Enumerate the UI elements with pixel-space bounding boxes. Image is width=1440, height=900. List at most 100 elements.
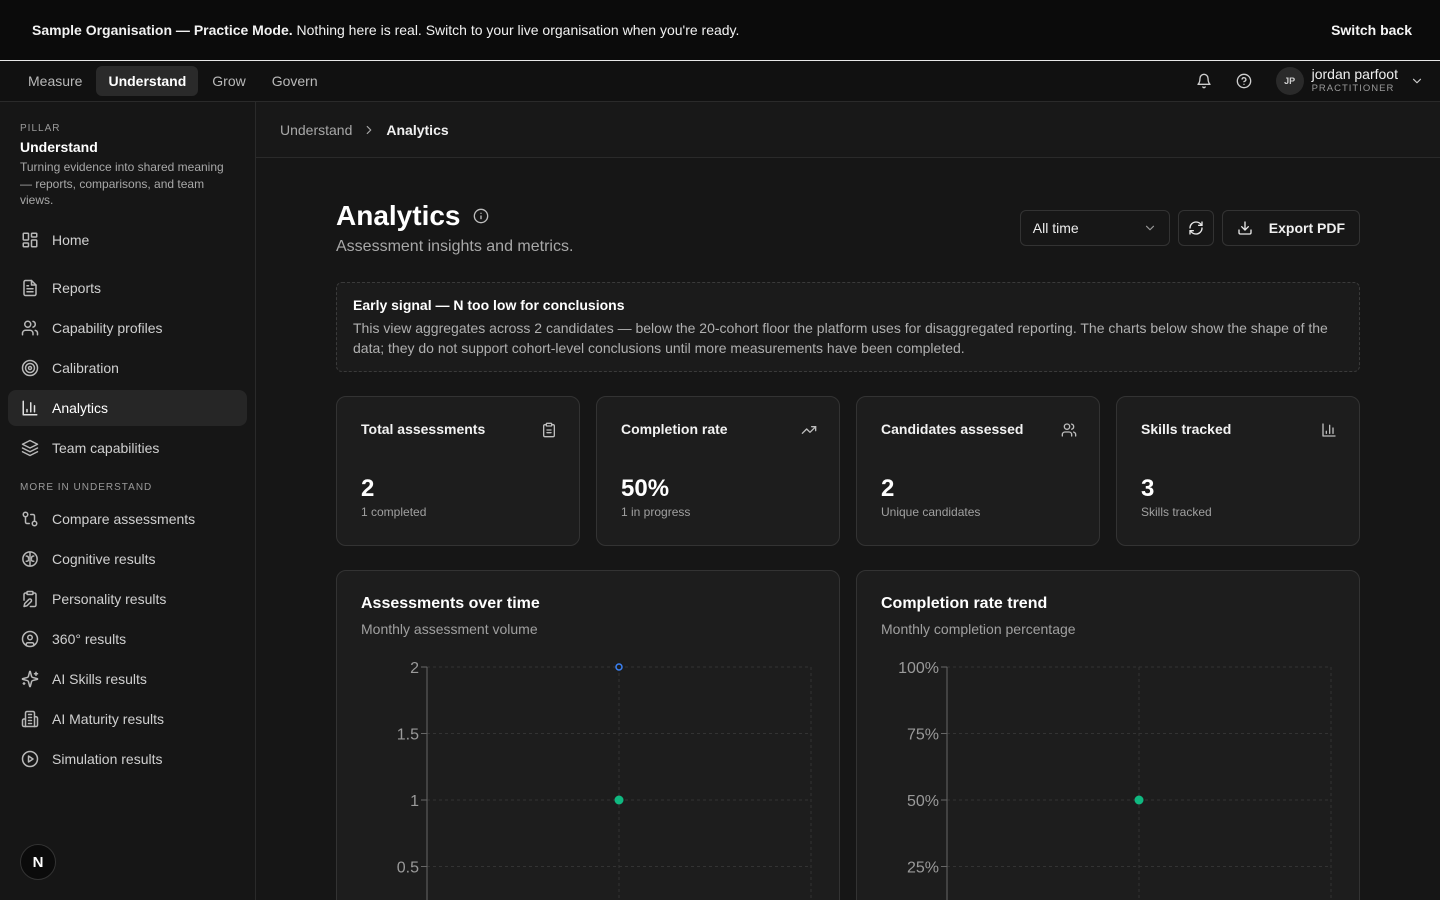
sidebar-item-ai-skills-results[interactable]: AI Skills results [8, 661, 247, 697]
stat-value: 3 [1141, 475, 1155, 502]
stat-cards: Total assessments 2 1 completed Completi… [336, 396, 1360, 546]
page-header: Analytics Assessment insights and metric… [336, 158, 1360, 282]
stat-sub: 1 completed [361, 505, 427, 519]
stat-label: Skills tracked [1141, 421, 1232, 437]
chevron-down-icon [1143, 221, 1157, 235]
breadcrumb-parent[interactable]: Understand [280, 122, 352, 138]
sidebar-item-personality-results[interactable]: Personality results [8, 581, 247, 617]
assessments-over-time-chart: 21.510.50 [397, 660, 812, 900]
sidebar-item-label: Home [52, 231, 90, 248]
users-icon [1061, 422, 1077, 438]
info-icon[interactable] [473, 208, 489, 224]
home-grid-icon [20, 230, 40, 250]
user-info: jordan parfoot PRACTITIONER [1312, 66, 1398, 96]
bell-icon[interactable] [1190, 67, 1218, 95]
y-tick-label: 50% [907, 793, 939, 810]
sidebar-item-label: AI Maturity results [52, 710, 165, 727]
chevron-down-icon [1410, 74, 1424, 88]
target-icon [20, 358, 40, 378]
data-point [615, 663, 623, 671]
sidebar-item-analytics[interactable]: Analytics [8, 389, 247, 426]
stat-sub: Unique candidates [881, 505, 981, 519]
stat-label: Candidates assessed [881, 421, 1024, 437]
sidebar-item-ai-maturity-results[interactable]: AI Maturity results [8, 701, 247, 737]
page-title: Analytics [336, 200, 461, 231]
user-name: jordan parfoot [1311, 66, 1398, 82]
early-signal-title: Early signal — N too low for conclusions [353, 297, 625, 313]
document-icon [20, 278, 40, 298]
top-nav-actions: JP jordan parfoot PRACTITIONER [1178, 66, 1424, 96]
page-controls: All time Export PDF [1019, 210, 1360, 246]
pillar-description: Turning evidence into shared meaning — r… [20, 160, 224, 207]
layers-icon [20, 438, 40, 458]
refresh-icon [1188, 220, 1204, 236]
sidebar-item-compare-assessments[interactable]: Compare assessments [8, 501, 247, 537]
banner-text: Sample Organisation — Practice Mode. Not… [32, 22, 739, 38]
sidebar-item-label: AI Skills results [52, 670, 147, 687]
early-signal-body: This view aggregates across 2 candidates… [353, 320, 1328, 356]
user-menu[interactable]: JP jordan parfoot PRACTITIONER [1275, 66, 1424, 96]
building-icon [20, 709, 40, 729]
stat-label: Completion rate [621, 421, 728, 437]
sidebar-item-label: Calibration [52, 359, 119, 376]
breadcrumb-current: Analytics [386, 121, 449, 138]
bar-chart-icon [20, 398, 40, 418]
refresh-button[interactable] [1177, 210, 1214, 246]
stat-value: 50% [621, 475, 670, 502]
pillar-label: PILLAR [20, 123, 61, 134]
sidebar-primary-nav: Home Reports Capability profiles Calibra… [8, 222, 247, 466]
sidebar-item-label: Analytics [52, 399, 109, 416]
y-tick-label: 1 [410, 793, 419, 810]
sidebar-item-reports[interactable]: Reports [8, 270, 247, 306]
user-circle-icon [20, 629, 40, 649]
sidebar-item-label: Personality results [52, 590, 167, 607]
sidebar-item-calibration[interactable]: Calibration [8, 350, 247, 386]
sidebar-item-360-results[interactable]: 360° results [8, 621, 247, 657]
export-pdf-button[interactable]: Export PDF [1221, 210, 1360, 246]
sidebar-item-cognitive-results[interactable]: Cognitive results [8, 541, 247, 577]
sparkles-icon [20, 669, 40, 689]
tab-measure[interactable]: Measure [16, 66, 94, 96]
sidebar-item-label: Team capabilities [52, 439, 160, 456]
data-point [1134, 795, 1144, 805]
data-point [614, 795, 624, 805]
stat-card-candidates-assessed: Candidates assessed 2 Unique candidates [856, 396, 1100, 546]
chevron-right-icon [362, 123, 376, 137]
compare-icon [20, 509, 40, 529]
stat-card-completion-rate: Completion rate 50% 1 in progress [596, 396, 840, 546]
top-nav: Measure Understand Grow Govern JP jordan… [0, 61, 1440, 102]
sidebar-item-label: Reports [52, 279, 102, 296]
y-tick-label: 1.5 [397, 727, 419, 744]
stat-value: 2 [361, 475, 375, 502]
tab-govern[interactable]: Govern [260, 66, 330, 96]
export-pdf-label: Export PDF [1268, 220, 1345, 236]
sidebar-item-label: Capability profiles [52, 319, 163, 336]
chart-card-completion-rate-trend: Completion rate trend Monthly completion… [856, 570, 1360, 900]
users-icon [20, 318, 40, 338]
tab-understand[interactable]: Understand [96, 66, 199, 96]
sidebar-item-simulation-results[interactable]: Simulation results [8, 741, 247, 777]
sidebar-item-label: Compare assessments [52, 510, 196, 527]
page-title-row: Analytics [336, 200, 489, 232]
breadcrumb: Understand Analytics [256, 102, 1440, 158]
sidebar-item-team-capabilities[interactable]: Team capabilities [8, 430, 247, 466]
sidebar-item-capability-profiles[interactable]: Capability profiles [8, 310, 247, 346]
help-icon[interactable] [1230, 67, 1258, 95]
assistant-button[interactable]: N [20, 844, 56, 880]
more-section-label: MORE IN UNDERSTAND [20, 481, 153, 493]
sidebar-item-label: Simulation results [52, 750, 163, 767]
user-role: PRACTITIONER [1311, 83, 1395, 94]
switch-back-button[interactable]: Switch back [1331, 22, 1412, 38]
analytics-content: Analytics Assessment insights and metric… [336, 158, 1360, 900]
tab-grow[interactable]: Grow [200, 66, 257, 96]
clipboard-pen-icon [20, 589, 40, 609]
sidebar-item-home[interactable]: Home [8, 222, 247, 258]
chart-cards: Assessments over time Monthly assessment… [336, 570, 1360, 900]
trending-up-icon [801, 422, 817, 438]
stat-card-total-assessments: Total assessments 2 1 completed [336, 396, 580, 546]
sidebar-item-label: 360° results [52, 630, 127, 647]
y-tick-label: 75% [907, 727, 939, 744]
time-range-select[interactable]: All time [1019, 210, 1170, 246]
stat-card-skills-tracked: Skills tracked 3 Skills tracked [1116, 396, 1360, 546]
banner-title: Sample Organisation — Practice Mode. [32, 22, 293, 38]
